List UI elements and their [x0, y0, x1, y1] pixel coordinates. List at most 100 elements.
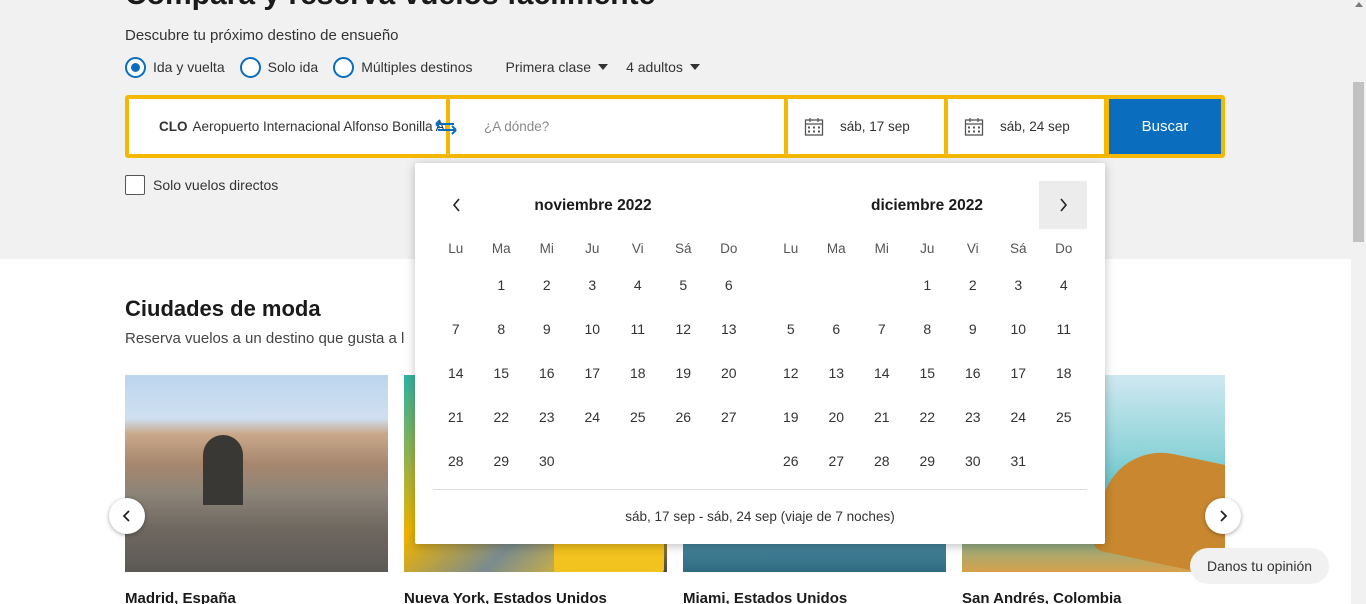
calendar-day[interactable]: 9 [950, 321, 996, 365]
page-scrollbar[interactable] [1351, 0, 1366, 604]
calendar-day[interactable]: 20 [814, 409, 860, 453]
calendar-day[interactable]: 4 [615, 277, 661, 321]
city-card-name[interactable]: Nueva York, Estados Unidos [404, 590, 607, 604]
scroll-up-icon[interactable] [1355, 2, 1363, 7]
calendar-day[interactable]: 8 [905, 321, 951, 365]
calendar-day[interactable]: 23 [950, 409, 996, 453]
calendar-day[interactable]: 2 [950, 277, 996, 321]
calendar-day[interactable]: 6 [814, 321, 860, 365]
radio-multi-city[interactable]: Múltiples destinos [333, 56, 472, 78]
city-card-name[interactable]: Madrid, España [125, 590, 236, 604]
weekday-label: Vi [631, 241, 644, 256]
calendar-day[interactable]: 1 [479, 277, 525, 321]
calendar-day[interactable]: 18 [615, 365, 661, 409]
calendar-day[interactable]: 15 [905, 365, 951, 409]
calendar-day[interactable]: 5 [768, 321, 814, 365]
direct-flights-option[interactable]: Solo vuelos directos [125, 175, 278, 195]
city-card-image-madrid[interactable] [125, 375, 388, 572]
weekday-label: Mi [874, 241, 889, 256]
calendar-day[interactable]: 11 [615, 321, 661, 365]
calendar-day[interactable]: 26 [768, 453, 814, 497]
radio-one-way[interactable]: Solo ida [239, 56, 318, 78]
calendar-day[interactable]: 19 [768, 409, 814, 453]
swap-airports-icon[interactable] [431, 115, 461, 139]
depart-date-field[interactable]: sáb, 17 sep [788, 99, 944, 154]
calendar-day[interactable]: 26 [661, 409, 707, 453]
radio-round-trip[interactable]: Ida y vuelta [125, 56, 225, 78]
destination-field[interactable]: ¿A dónde? [450, 99, 784, 154]
city-card-name[interactable]: Miami, Estados Unidos [683, 590, 847, 604]
calendar-day[interactable]: 17 [996, 365, 1042, 409]
cabin-class-dropdown[interactable]: Primera clase [505, 59, 609, 75]
calendar-day[interactable]: 1 [905, 277, 951, 321]
calendar-day[interactable]: 7 [859, 321, 905, 365]
calendar-day[interactable]: 3 [570, 277, 616, 321]
calendar-day[interactable]: 21 [433, 409, 479, 453]
calendar-day[interactable]: 31 [996, 453, 1042, 497]
calendar-day[interactable]: 25 [615, 409, 661, 453]
calendar-day[interactable]: 30 [524, 453, 570, 497]
calendar-day[interactable]: 8 [479, 321, 525, 365]
calendar-day[interactable]: 12 [661, 321, 707, 365]
calendar-day[interactable]: 29 [905, 453, 951, 497]
calendar-day[interactable]: 6 [706, 277, 752, 321]
calendar-day[interactable]: 5 [661, 277, 707, 321]
calendar-day[interactable]: 20 [706, 365, 752, 409]
trip-summary: sáb, 17 sep - sáb, 24 sep (viaje de 7 no… [625, 509, 895, 524]
calendar-day[interactable]: 2 [524, 277, 570, 321]
calendar-day[interactable]: 15 [479, 365, 525, 409]
calendar-day[interactable]: 23 [524, 409, 570, 453]
calendar-day[interactable]: 24 [996, 409, 1042, 453]
carousel-next-button[interactable] [1205, 498, 1241, 534]
empty-day-cell [768, 277, 814, 321]
calendar-day[interactable]: 10 [570, 321, 616, 365]
calendar-day[interactable]: 14 [859, 365, 905, 409]
calendar-day[interactable]: 16 [950, 365, 996, 409]
carousel-prev-button[interactable] [109, 498, 145, 534]
calendar-day[interactable]: 28 [433, 453, 479, 497]
calendar-day[interactable]: 27 [814, 453, 860, 497]
caret-down-icon [598, 64, 609, 70]
weekday-label: Sá [1009, 241, 1027, 256]
calendar-day[interactable]: 18 [1041, 365, 1087, 409]
search-button[interactable]: Buscar [1109, 99, 1221, 154]
scroll-thumb[interactable] [1353, 82, 1364, 242]
direct-flights-label: Solo vuelos directos [153, 177, 279, 193]
calendar-day[interactable]: 7 [433, 321, 479, 365]
calendar-day[interactable]: 14 [433, 365, 479, 409]
calendar-day[interactable]: 17 [570, 365, 616, 409]
calendar-day[interactable]: 24 [570, 409, 616, 453]
calendar-day[interactable]: 22 [479, 409, 525, 453]
calendar-day[interactable]: 10 [996, 321, 1042, 365]
calendar-day[interactable]: 28 [859, 453, 905, 497]
city-card-name[interactable]: San Andrés, Colombia [962, 590, 1121, 604]
calendar-day[interactable]: 9 [524, 321, 570, 365]
empty-day-cell [814, 277, 860, 321]
calendar-day[interactable]: 4 [1041, 277, 1087, 321]
calendar-day[interactable]: 12 [768, 365, 814, 409]
calendar-day[interactable]: 30 [950, 453, 996, 497]
empty-day-cell [859, 277, 905, 321]
feedback-button[interactable]: Danos tu opinión [1190, 548, 1329, 584]
empty-day-cell [433, 277, 479, 321]
calendar-day[interactable]: 16 [524, 365, 570, 409]
radio-circle [125, 56, 146, 78]
calendar-day[interactable]: 11 [1041, 321, 1087, 365]
origin-field[interactable]: CLO Aeropuerto Internacional Alfonso Bon… [129, 99, 446, 154]
calendar-day[interactable]: 25 [1041, 409, 1087, 453]
calendar-day[interactable]: 3 [996, 277, 1042, 321]
calendar-day[interactable]: 29 [479, 453, 525, 497]
calendar-day[interactable]: 22 [905, 409, 951, 453]
calendar-day[interactable]: 27 [706, 409, 752, 453]
direct-flights-checkbox[interactable] [125, 175, 145, 195]
calendar-day[interactable]: 13 [814, 365, 860, 409]
calendar-icon [964, 117, 984, 136]
passengers-dropdown[interactable]: 4 adultos [626, 59, 700, 75]
passengers-label: 4 adultos [626, 59, 683, 75]
return-date-field[interactable]: sáb, 24 sep [948, 99, 1104, 154]
chevron-left-icon [122, 510, 130, 522]
calendar-day[interactable]: 13 [706, 321, 752, 365]
calendar-day[interactable]: 21 [859, 409, 905, 453]
date-picker-popup: noviembre 2022 diciembre 2022 Lu Ma Mi Ju Vi… [415, 163, 1105, 544]
calendar-day[interactable]: 19 [661, 365, 707, 409]
